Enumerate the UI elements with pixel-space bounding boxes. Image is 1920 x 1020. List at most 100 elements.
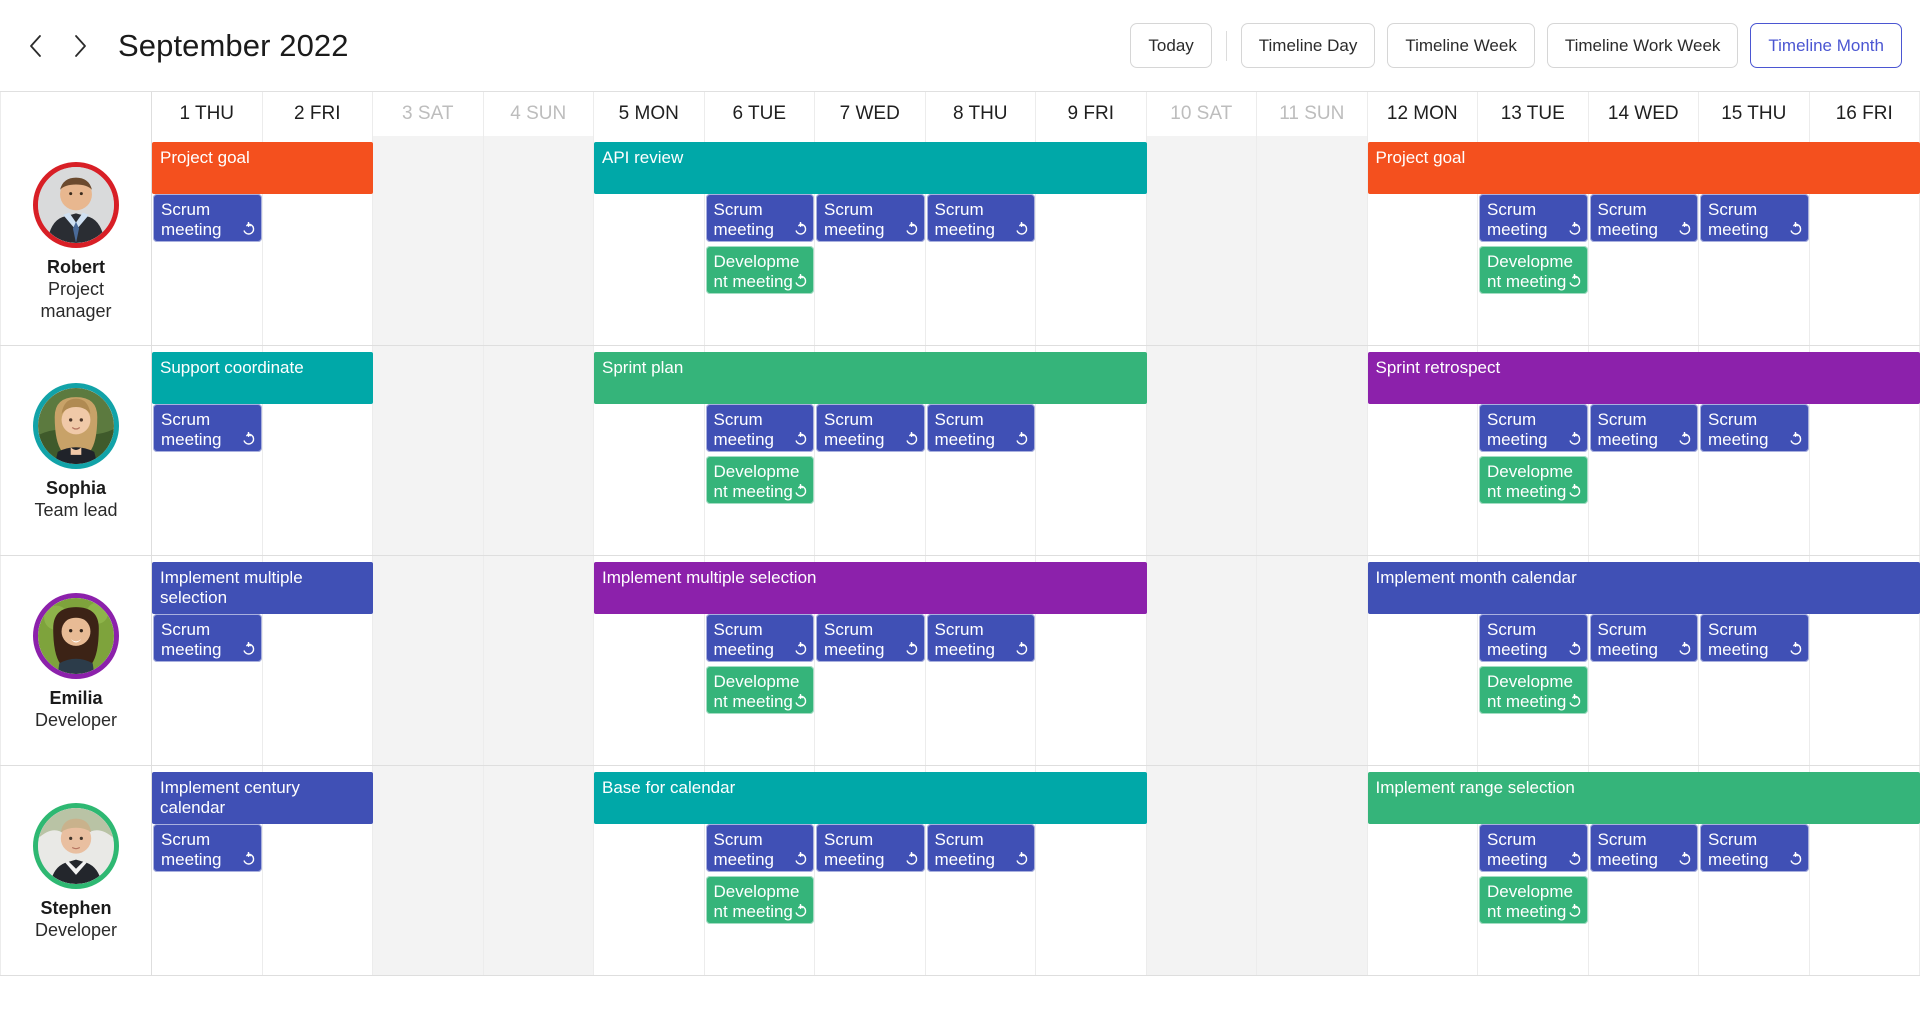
date-header-cell[interactable]: 16 FRI <box>1809 92 1920 136</box>
event-block[interactable]: Development meeting <box>705 246 814 294</box>
event-block[interactable]: Scrum meeting <box>1700 614 1809 662</box>
event-block[interactable]: Scrum meeting <box>705 614 814 662</box>
date-header-cell[interactable]: 7 WED <box>815 92 926 136</box>
date-header-cell[interactable]: 11 SUN <box>1257 92 1368 136</box>
event-block[interactable]: Scrum meeting <box>816 824 925 872</box>
event-block[interactable]: Scrum meeting <box>153 824 262 872</box>
event-block[interactable]: Scrum meeting <box>705 194 814 242</box>
resource-cell-sophia[interactable]: Sophia Team lead <box>0 346 152 555</box>
date-header-cell[interactable]: 15 THU <box>1699 92 1810 136</box>
view-button-timeline-week[interactable]: Timeline Week <box>1387 23 1535 68</box>
resource-name: Robert <box>47 257 105 278</box>
day-cell[interactable] <box>373 766 484 975</box>
event-block[interactable]: Development meeting <box>1479 666 1588 714</box>
event-block[interactable]: Scrum meeting <box>926 194 1035 242</box>
event-block[interactable]: Scrum meeting <box>1700 404 1809 452</box>
event-block[interactable]: Base for calendar <box>594 772 1147 824</box>
view-button-timeline-month[interactable]: Timeline Month <box>1750 23 1902 68</box>
today-button[interactable]: Today <box>1130 23 1212 68</box>
event-block[interactable]: Implement century calendar <box>152 772 373 824</box>
event-block[interactable]: Scrum meeting <box>1589 404 1698 452</box>
event-block[interactable]: Sprint plan <box>594 352 1147 404</box>
event-block[interactable]: Project goal <box>152 142 373 194</box>
event-block[interactable]: Implement multiple selection <box>152 562 373 614</box>
event-block[interactable]: Sprint retrospect <box>1367 352 1920 404</box>
date-header-cell[interactable]: 12 MON <box>1367 92 1478 136</box>
row-event-canvas[interactable]: Implement multiple selection Scrum meetin… <box>152 556 1920 765</box>
date-header-cell[interactable]: 5 MON <box>594 92 705 136</box>
event-block[interactable]: Scrum meeting <box>1479 404 1588 452</box>
event-block[interactable]: Scrum meeting <box>705 404 814 452</box>
event-block[interactable]: Development meeting <box>705 456 814 504</box>
date-header-cell[interactable]: 14 WED <box>1588 92 1699 136</box>
view-button-timeline-day[interactable]: Timeline Day <box>1240 23 1376 68</box>
date-header-cell[interactable]: 8 THU <box>925 92 1036 136</box>
day-cell[interactable] <box>1257 556 1368 765</box>
event-block[interactable]: Scrum meeting <box>705 824 814 872</box>
day-cell[interactable] <box>483 766 594 975</box>
day-cell[interactable] <box>1146 766 1257 975</box>
event-block[interactable]: Development meeting <box>705 666 814 714</box>
recurrence-icon <box>793 273 808 289</box>
event-title: Scrum meeting <box>824 620 885 660</box>
day-cell[interactable] <box>1146 556 1257 765</box>
day-cell[interactable] <box>483 136 594 345</box>
day-cell[interactable] <box>373 556 484 765</box>
event-block[interactable]: Project goal <box>1367 142 1920 194</box>
event-block[interactable]: Scrum meeting <box>1589 194 1698 242</box>
event-block[interactable]: Development meeting <box>1479 246 1588 294</box>
event-block[interactable]: Scrum meeting <box>1479 194 1588 242</box>
event-block[interactable]: Support coordinate <box>152 352 373 404</box>
next-period-button[interactable] <box>58 24 102 68</box>
event-block[interactable]: Development meeting <box>1479 456 1588 504</box>
row-event-canvas[interactable]: Project goal Scrum meeting API review Scrum… <box>152 136 1920 345</box>
row-event-canvas[interactable]: Support coordinate Scrum meeting Sprint pl… <box>152 346 1920 555</box>
event-block[interactable]: Scrum meeting <box>1700 824 1809 872</box>
resource-cell-robert[interactable]: Robert Project manager <box>0 136 152 345</box>
event-block[interactable]: Implement multiple selection <box>594 562 1147 614</box>
date-header-cell[interactable]: 6 TUE <box>704 92 815 136</box>
view-button-timeline-work-week[interactable]: Timeline Work Week <box>1546 23 1739 68</box>
event-block[interactable]: Scrum meeting <box>153 614 262 662</box>
event-block[interactable]: Scrum meeting <box>1479 614 1588 662</box>
event-block[interactable]: Scrum meeting <box>153 404 262 452</box>
event-block[interactable]: Development meeting <box>1479 876 1588 924</box>
event-block[interactable]: Scrum meeting <box>1700 194 1809 242</box>
day-cell[interactable] <box>1257 346 1368 555</box>
event-block[interactable]: Scrum meeting <box>926 824 1035 872</box>
event-block[interactable]: Scrum meeting <box>816 404 925 452</box>
day-cell[interactable] <box>1257 766 1368 975</box>
event-block[interactable]: Scrum meeting <box>926 404 1035 452</box>
date-header-cell[interactable]: 4 SUN <box>483 92 594 136</box>
event-block[interactable]: Implement range selection <box>1367 772 1920 824</box>
event-block[interactable]: Scrum meeting <box>816 194 925 242</box>
date-header-cell[interactable]: 9 FRI <box>1036 92 1147 136</box>
day-cell[interactable] <box>483 346 594 555</box>
resource-cell-emilia[interactable]: Emilia Developer <box>0 556 152 765</box>
day-cell[interactable] <box>483 556 594 765</box>
day-cell[interactable] <box>373 346 484 555</box>
day-cell[interactable] <box>1146 346 1257 555</box>
resource-cell-stephen[interactable]: Stephen Developer <box>0 766 152 975</box>
event-block[interactable]: Scrum meeting <box>926 614 1035 662</box>
day-cell[interactable] <box>373 136 484 345</box>
date-header-cell[interactable]: 10 SAT <box>1146 92 1257 136</box>
previous-period-button[interactable] <box>14 24 58 68</box>
event-block[interactable]: API review <box>594 142 1147 194</box>
event-block[interactable]: Scrum meeting <box>1589 614 1698 662</box>
row-event-canvas[interactable]: Implement century calendar Scrum meeting B… <box>152 766 1920 975</box>
date-header-cell[interactable]: 13 TUE <box>1478 92 1589 136</box>
event-block[interactable]: Scrum meeting <box>1479 824 1588 872</box>
date-header-cell[interactable]: 2 FRI <box>262 92 373 136</box>
date-header-cell[interactable]: 3 SAT <box>373 92 484 136</box>
event-block[interactable]: Scrum meeting <box>1589 824 1698 872</box>
event-block[interactable]: Development meeting <box>705 876 814 924</box>
day-cell[interactable] <box>1146 136 1257 345</box>
event-block[interactable]: Implement month calendar <box>1367 562 1920 614</box>
date-header-cell[interactable]: 1 THU <box>152 92 263 136</box>
event-block[interactable]: Scrum meeting <box>153 194 262 242</box>
event-title: Scrum meeting <box>713 200 774 240</box>
event-block[interactable]: Scrum meeting <box>816 614 925 662</box>
day-cell[interactable] <box>1257 136 1368 345</box>
recurrence-icon <box>1014 431 1029 447</box>
